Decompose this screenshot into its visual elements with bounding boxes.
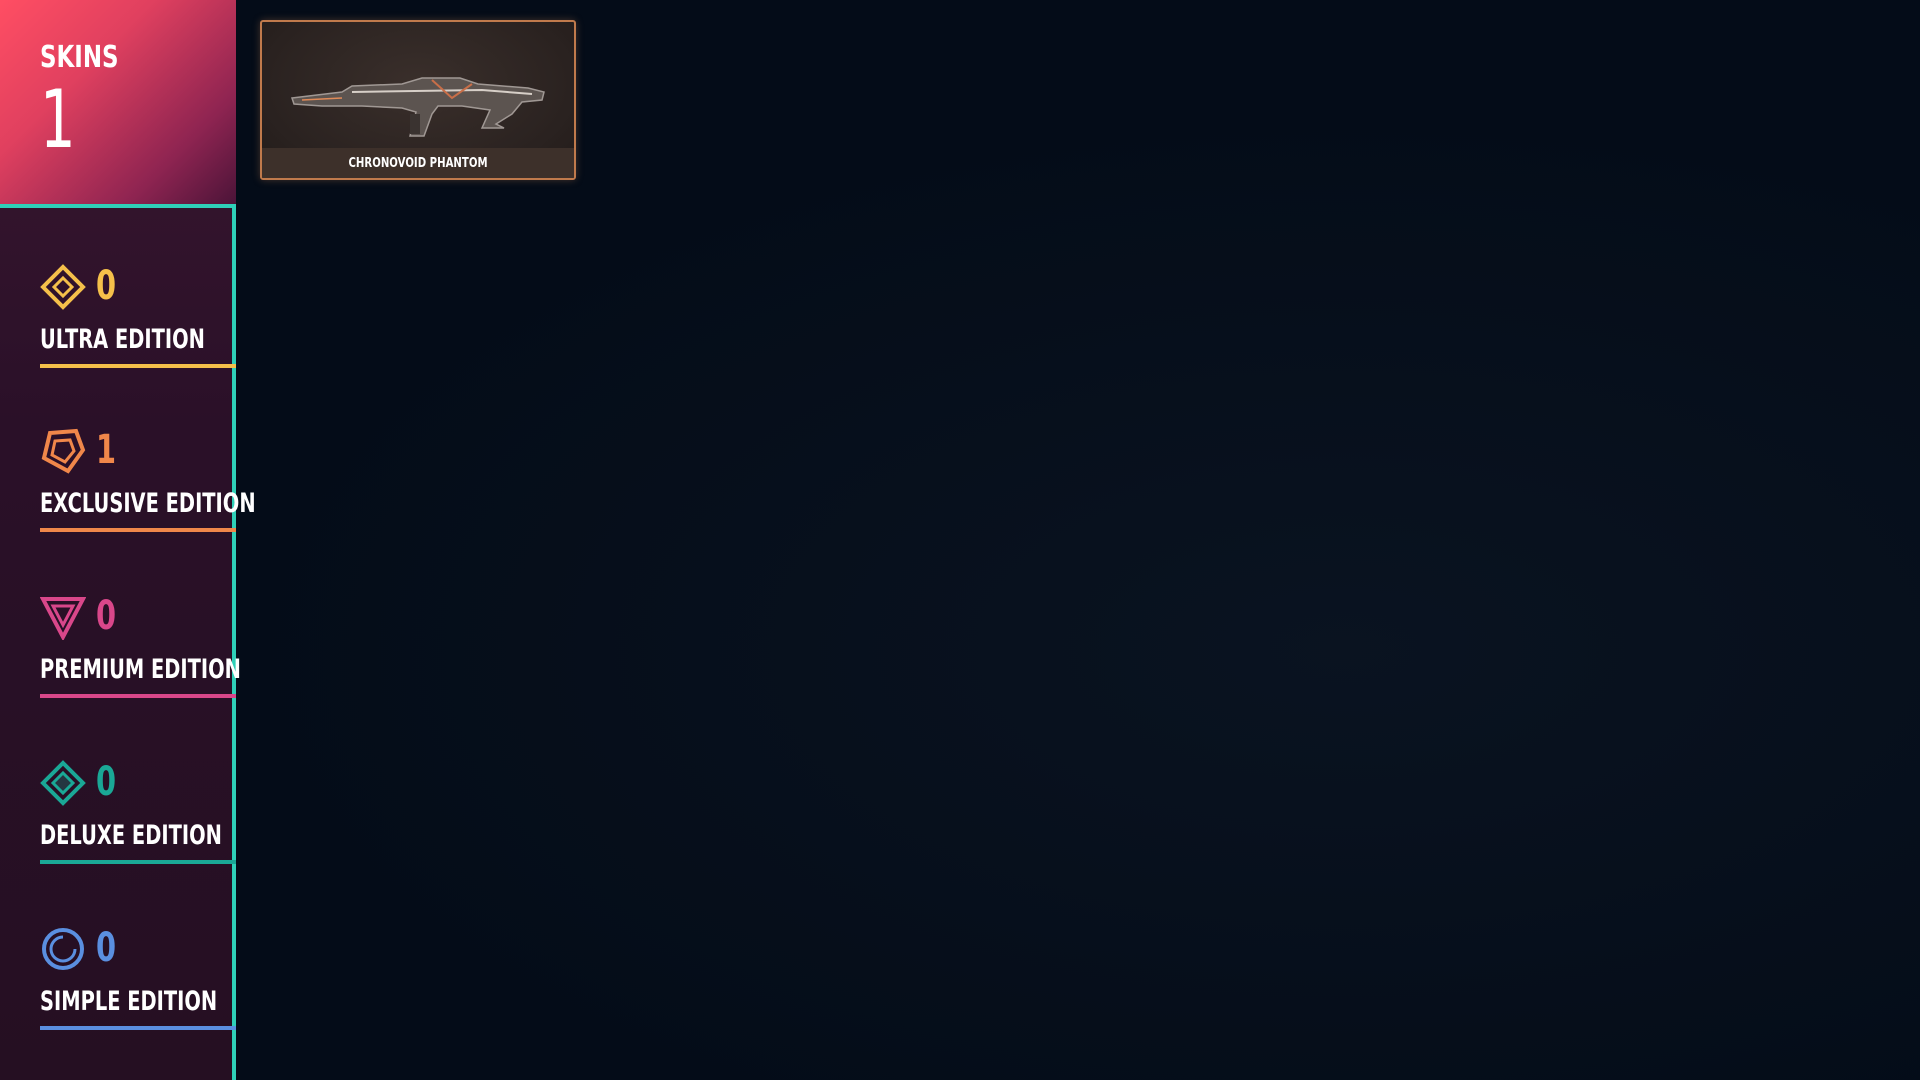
edition-premium-count: 0 bbox=[96, 593, 117, 639]
edition-simple-count: 0 bbox=[96, 925, 117, 971]
skin-name: CHRONOVOID PHANTOM bbox=[348, 156, 488, 171]
exclusive-pentagon-icon bbox=[41, 428, 86, 474]
edition-sidebar: SKINS 1 0 ULTRA EDITION 1 EXCLUSIVE EDIT… bbox=[0, 0, 256, 1080]
edition-premium-bar bbox=[40, 694, 236, 698]
edition-deluxe-count: 0 bbox=[96, 759, 117, 805]
skin-name-bar: CHRONOVOID PHANTOM bbox=[262, 148, 574, 178]
edition-ultra-label: ULTRA EDITION bbox=[40, 324, 205, 355]
edition-premium[interactable]: 0 PREMIUM EDITION bbox=[40, 593, 241, 714]
edition-ultra[interactable]: 0 ULTRA EDITION bbox=[40, 264, 236, 384]
edition-deluxe-label: DELUXE EDITION bbox=[40, 820, 222, 851]
edition-simple-label: SIMPLE EDITION bbox=[40, 986, 218, 1017]
skin-card[interactable]: CHRONOVOID PHANTOM bbox=[260, 20, 576, 180]
edition-exclusive[interactable]: 1 EXCLUSIVE EDITION bbox=[40, 427, 256, 548]
skins-count: 1 bbox=[40, 73, 76, 166]
skins-collection-screen: SKINS 1 0 ULTRA EDITION 1 EXCLUSIVE EDIT… bbox=[0, 0, 1920, 1080]
simple-circle-icon bbox=[42, 928, 84, 970]
edition-ultra-count: 0 bbox=[96, 263, 117, 309]
edition-simple-bar bbox=[40, 1026, 236, 1030]
premium-triangle-icon bbox=[40, 597, 86, 640]
edition-premium-label: PREMIUM EDITION bbox=[40, 654, 241, 685]
rifle-icon bbox=[290, 77, 545, 137]
edition-exclusive-count: 1 bbox=[96, 427, 117, 473]
edition-ultra-bar bbox=[40, 364, 236, 368]
edition-deluxe-bar bbox=[40, 860, 236, 864]
ultra-diamond-icon bbox=[40, 264, 86, 310]
edition-exclusive-bar bbox=[40, 528, 236, 532]
edition-exclusive-label: EXCLUSIVE EDITION bbox=[40, 488, 256, 519]
edition-deluxe[interactable]: 0 DELUXE EDITION bbox=[40, 760, 236, 880]
edition-simple[interactable]: 0 SIMPLE EDITION bbox=[40, 926, 236, 1046]
skins-summary: SKINS 1 bbox=[0, 0, 236, 208]
deluxe-diamond-icon bbox=[40, 760, 86, 806]
skins-label: SKINS bbox=[40, 40, 119, 75]
